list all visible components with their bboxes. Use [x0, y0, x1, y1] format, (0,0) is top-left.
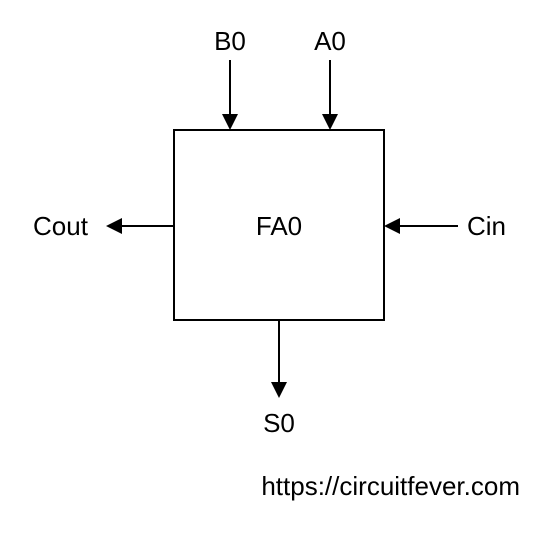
credit-text: https://circuitfever.com — [261, 471, 520, 501]
input-b0-arrow — [222, 114, 238, 130]
full-adder-diagram: FA0 B0 A0 Cin Cout S0 https://circuitfev… — [0, 0, 551, 536]
output-s0-label: S0 — [263, 408, 295, 438]
input-b0-label: B0 — [214, 26, 246, 56]
input-cin-label: Cin — [467, 211, 506, 241]
input-a0-label: A0 — [314, 26, 346, 56]
output-cout-arrow — [106, 218, 122, 234]
input-cin-arrow — [384, 218, 400, 234]
block-label: FA0 — [256, 211, 302, 241]
output-cout-label: Cout — [33, 211, 89, 241]
output-s0-arrow — [271, 382, 287, 398]
input-a0-arrow — [322, 114, 338, 130]
